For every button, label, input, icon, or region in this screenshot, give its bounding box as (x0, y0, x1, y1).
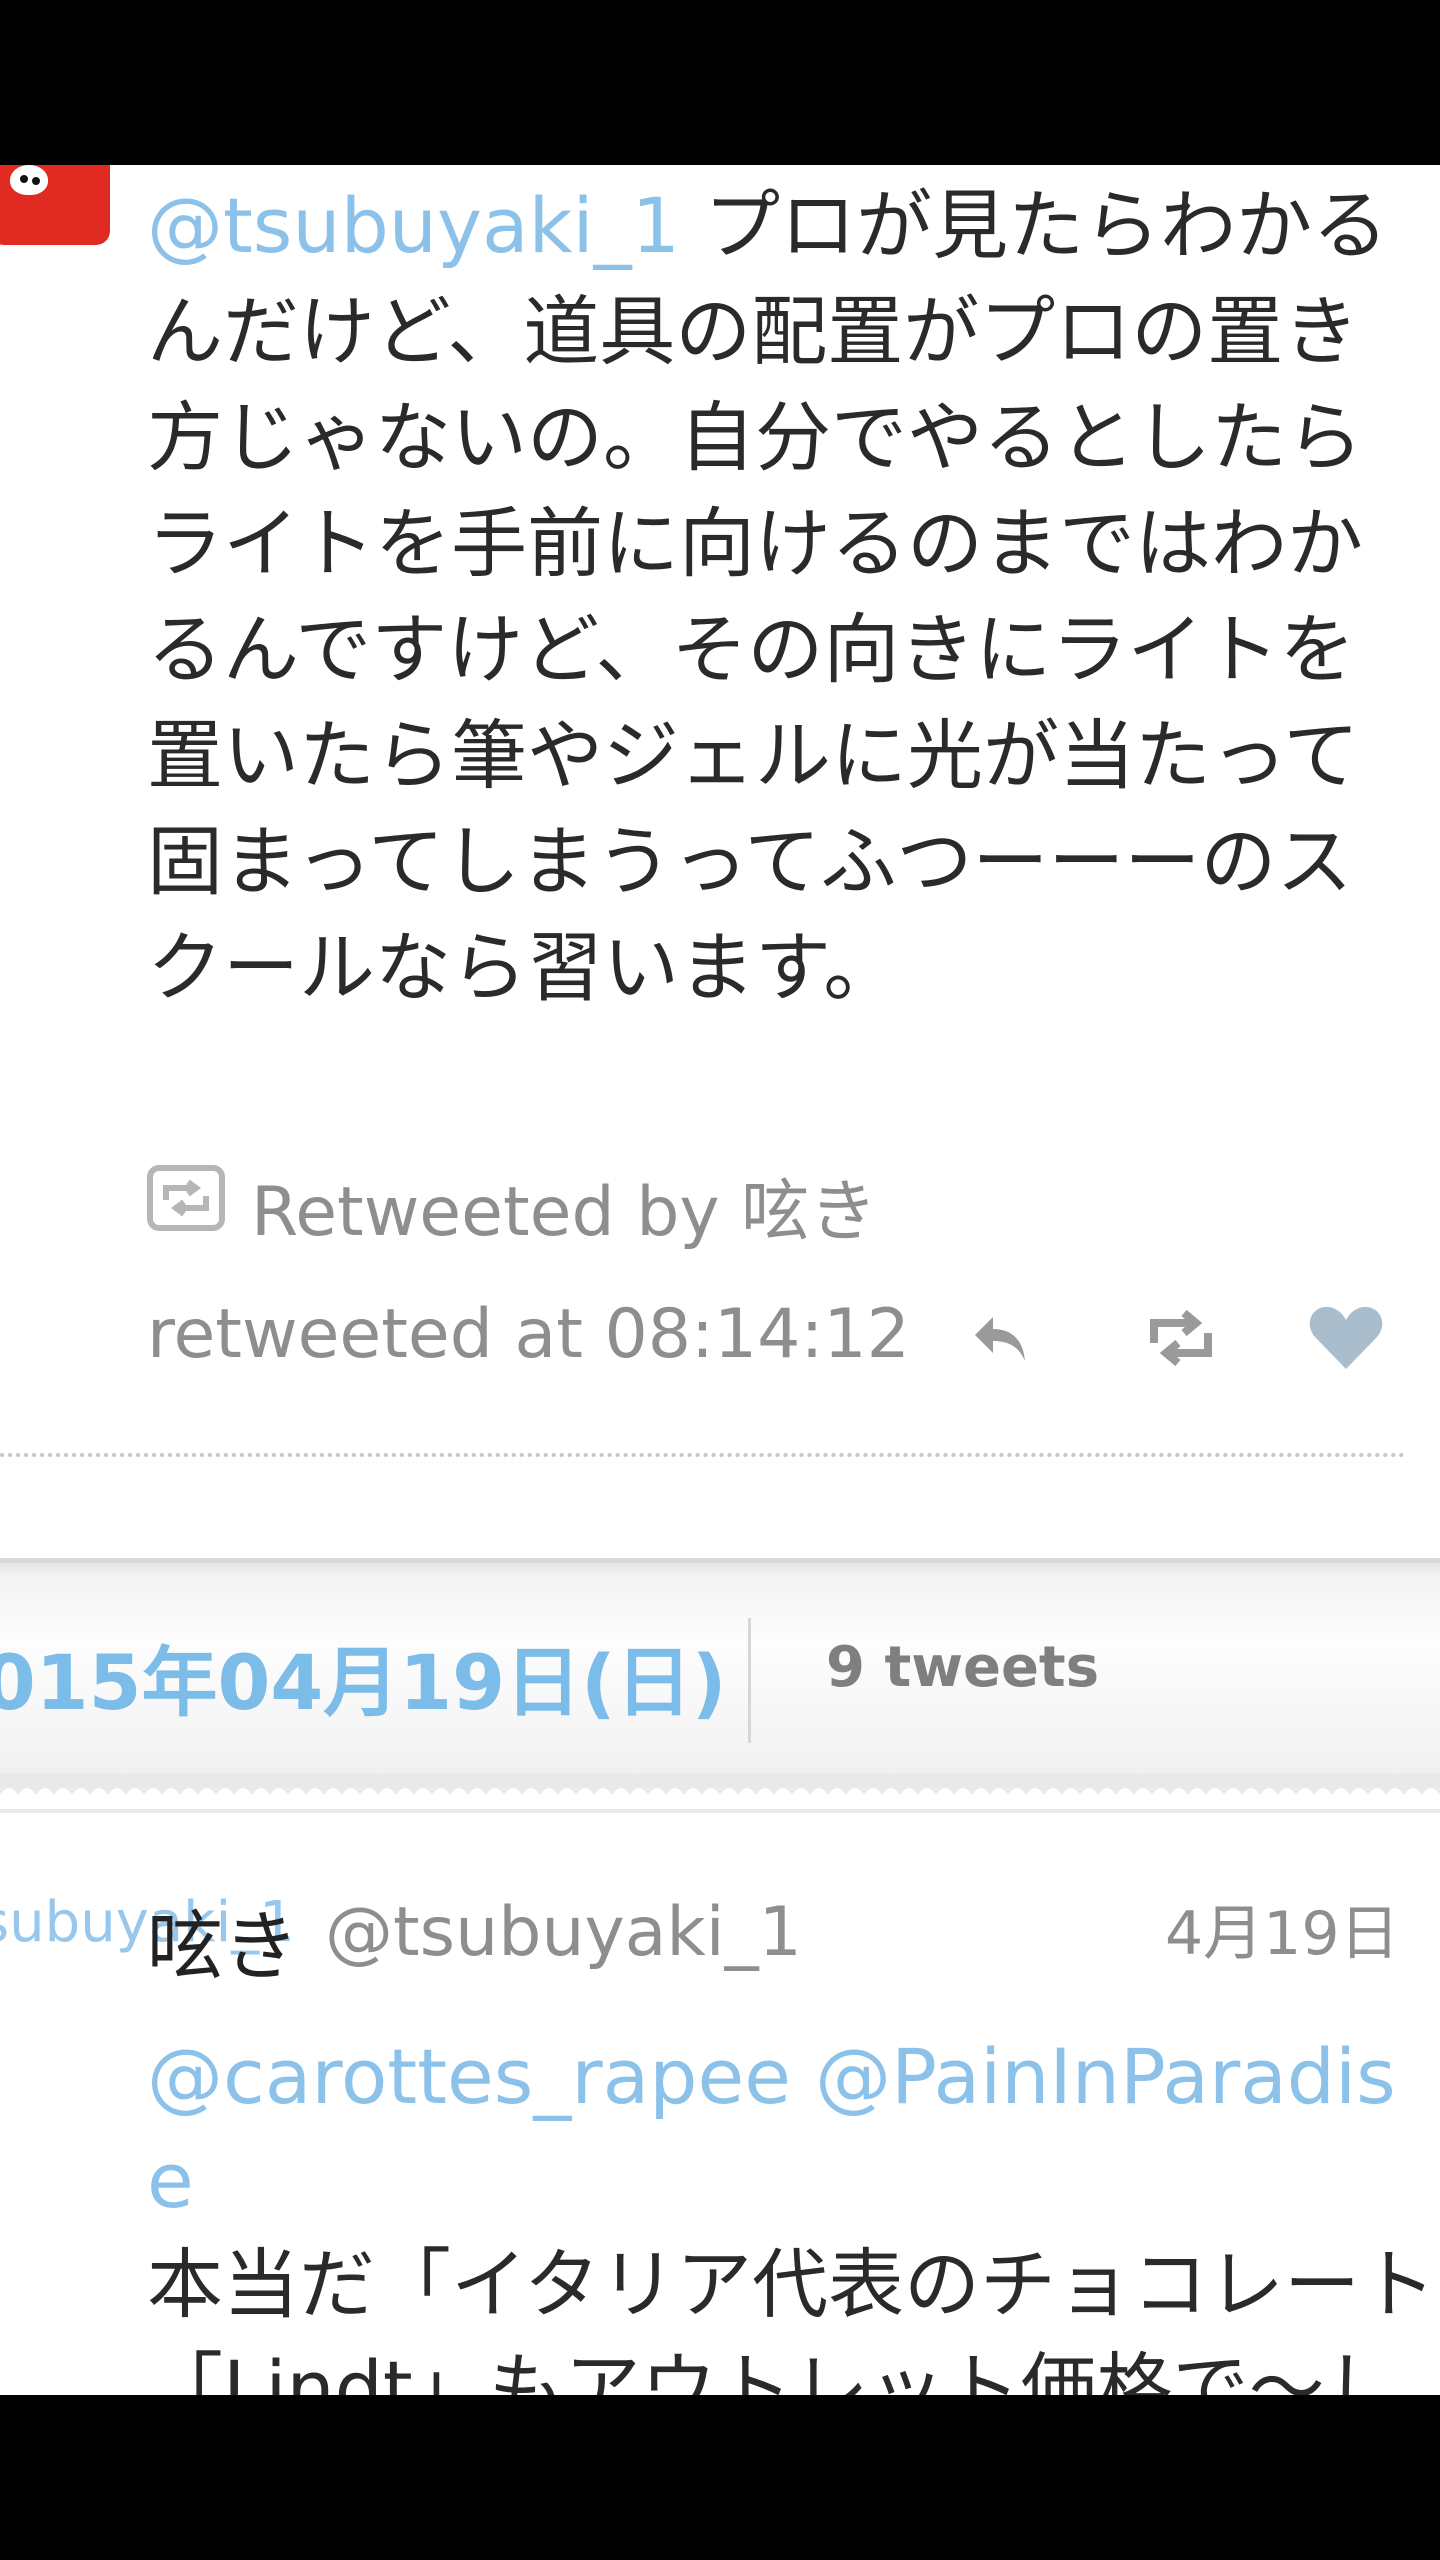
tweet-separator (0, 1453, 1405, 1457)
tweet-mention[interactable]: @tsubuyaki_1 (147, 181, 680, 270)
user-handle[interactable]: @tsubuyaki_1 (325, 1893, 802, 1972)
tweet-mentions[interactable]: @carottes_rapee @PainInParadise (147, 2025, 1437, 2233)
retweet-icon[interactable] (1142, 1303, 1220, 1377)
tweet-text: @carottes_rapee @PainInParadise 本当だ「イタリア… (147, 2025, 1437, 2395)
date-header-label[interactable]: 2015年04月19日(日) (0, 1621, 727, 1731)
tweet-date: 4月19日 (1165, 1899, 1400, 1969)
avatar-eye (32, 177, 40, 185)
reply-icon[interactable] (967, 1303, 1037, 1377)
tweet-body-text: 本当だ「イタリア代表のチョコレート「Lindt」もアウトレット価格で〜しって (147, 2240, 1436, 2395)
retweeted-at-time: retweeted at 08:14:12 (147, 1295, 910, 1374)
tweet-count-label: 9 tweets (826, 1635, 1100, 1700)
retweet-badge-icon (147, 1165, 225, 1231)
heart-icon[interactable] (1307, 1303, 1385, 1377)
date-header-divider (748, 1618, 751, 1743)
retweeted-by-row: Retweeted by 呟き (147, 1165, 877, 1252)
avatar-face (10, 165, 48, 195)
display-name[interactable]: 呟き (147, 1885, 299, 1995)
user-avatar[interactable] (0, 165, 110, 245)
tweet-text: @tsubuyaki_1 プロが見たらわかるんだけど、道具の配置がプロの置き方じ… (147, 173, 1417, 1021)
retweeted-by-label: Retweeted by 呟き (251, 1172, 878, 1252)
tweet-header: subuyaki_1 呟き @tsubuyaki_1 4月19日 (0, 1885, 1440, 1991)
tweet-body-text: プロが見たらわかるんだけど、道具の配置がプロの置き方じゃないの。自分でやるとした… (147, 181, 1389, 1012)
avatar-eye (20, 175, 28, 183)
tweet-meta-row: retweeted at 08:14:12 (147, 1295, 1407, 1375)
timeline-screen: @tsubuyaki_1 プロが見たらわかるんだけど、道具の配置がプロの置き方じ… (0, 165, 1440, 2395)
scallop-edge (0, 1773, 1440, 1809)
